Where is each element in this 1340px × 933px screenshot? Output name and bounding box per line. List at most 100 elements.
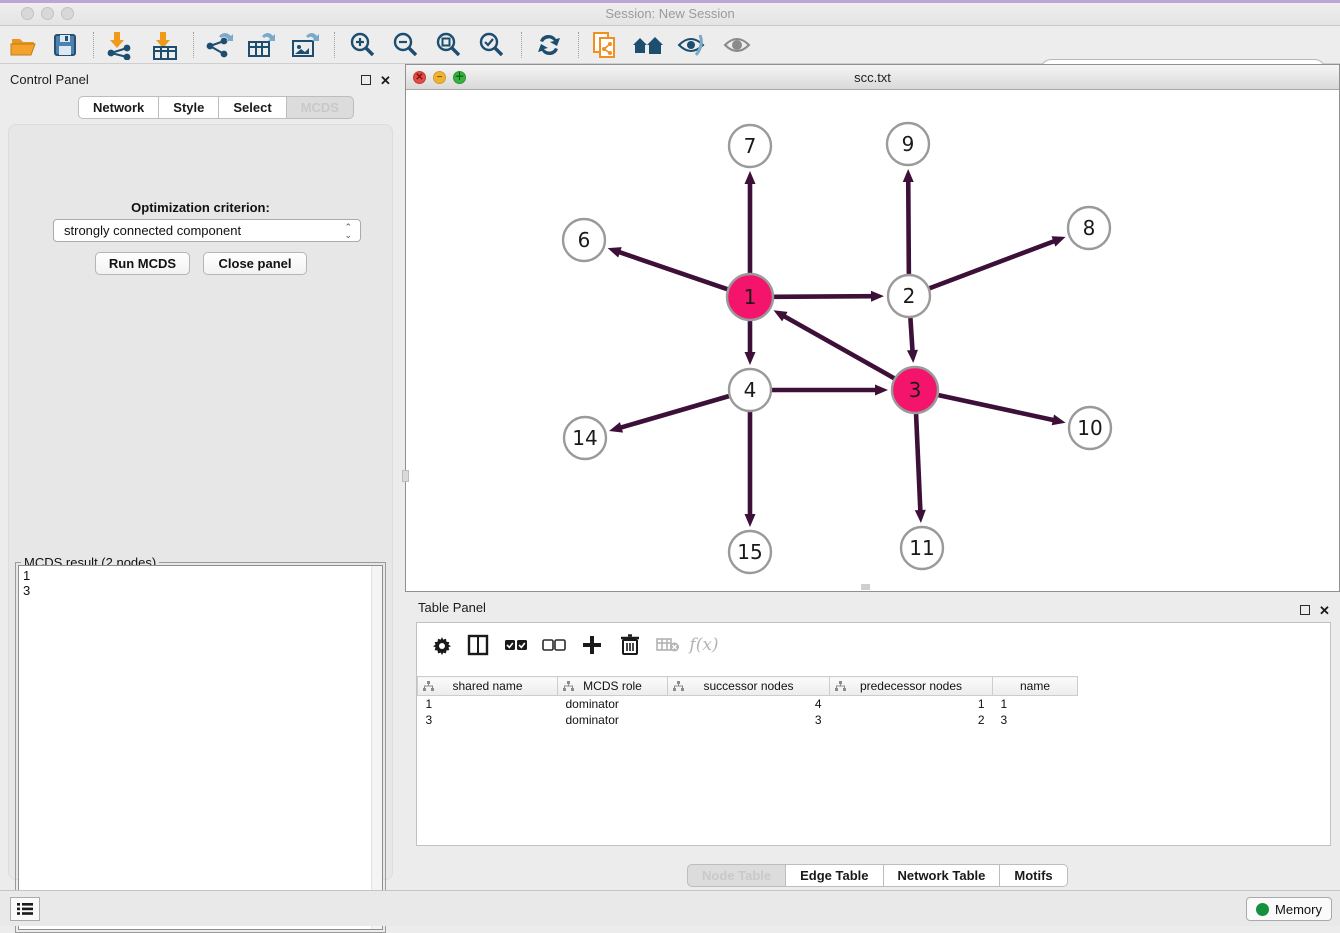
column-header-shared-name[interactable]: shared name <box>418 677 558 696</box>
edge-arrowhead <box>871 291 884 302</box>
network-graph[interactable]: 7968124314101511 <box>406 90 1339 591</box>
cell-successor-nodes[interactable]: 3 <box>668 712 830 728</box>
first-neighbors-icon[interactable] <box>631 30 665 60</box>
toolbar-separator <box>93 32 94 58</box>
column-visibility-icon[interactable] <box>465 632 491 658</box>
cell-name[interactable]: 1 <box>993 696 1078 712</box>
column-type-icon <box>673 681 684 695</box>
network-window-titlebar[interactable]: ✕ − ＋ scc.txt <box>406 65 1339 90</box>
tab-select[interactable]: Select <box>219 96 286 119</box>
tab-network-table[interactable]: Network Table <box>884 864 1001 887</box>
export-table-icon[interactable] <box>244 30 278 60</box>
graph-node-label: 10 <box>1077 416 1102 440</box>
column-header-mcds-role[interactable]: MCDS role <box>558 677 668 696</box>
zoom-in-icon[interactable] <box>346 30 380 60</box>
edge-arrowhead <box>608 247 622 257</box>
graph-node-label: 1 <box>744 285 757 309</box>
graph-node-label: 14 <box>572 426 597 450</box>
mcds-result-text[interactable]: 1 3 <box>18 565 383 930</box>
tab-node-table[interactable]: Node Table <box>687 864 786 887</box>
delete-column-icon[interactable] <box>617 632 643 658</box>
control-panel-tabs: NetworkStyleSelectMCDS <box>78 96 354 119</box>
zoom-selected-icon[interactable] <box>475 30 509 60</box>
edge-4-14[interactable] <box>620 396 729 428</box>
table-settings-icon[interactable] <box>429 632 455 658</box>
optimization-criterion-select[interactable]: strongly connected component ⌃⌄ <box>53 219 361 242</box>
tab-mcds[interactable]: MCDS <box>287 96 354 119</box>
copy-network-icon[interactable] <box>588 30 622 60</box>
apply-layout-icon[interactable] <box>532 30 566 60</box>
close-panel-button[interactable]: Close panel <box>203 252 307 275</box>
task-history-button[interactable] <box>10 897 40 921</box>
edge-arrowhead <box>609 422 623 433</box>
toolbar-separator <box>334 32 335 58</box>
open-file-icon[interactable] <box>6 30 40 60</box>
save-session-icon[interactable] <box>48 30 82 60</box>
delete-table-icon <box>655 632 681 658</box>
graph-node-label: 2 <box>903 284 916 308</box>
cell-shared-name[interactable]: 1 <box>418 696 558 712</box>
select-all-rows-icon[interactable] <box>503 632 529 658</box>
table-panel: Table Panel ✕ f(x) <box>405 594 1340 890</box>
cell-name[interactable]: 3 <box>993 712 1078 728</box>
panel-splitter-handle[interactable] <box>402 470 409 482</box>
network-view-window: ✕ − ＋ scc.txt 7968124314101511 <box>405 64 1340 592</box>
edge-2-8[interactable] <box>930 241 1056 289</box>
cell-shared-name[interactable]: 3 <box>418 712 558 728</box>
column-header-successor-nodes[interactable]: successor nodes <box>668 677 830 696</box>
show-all-icon[interactable] <box>720 30 754 60</box>
edge-arrowhead <box>1052 236 1066 246</box>
edge-3-11[interactable] <box>916 414 920 512</box>
export-network-icon[interactable] <box>202 30 236 60</box>
edge-3-10[interactable] <box>938 395 1054 420</box>
table-row[interactable]: 3 dominator 3 2 3 <box>418 712 1078 728</box>
deselect-all-rows-icon[interactable] <box>541 632 567 658</box>
network-hscroll-thumb[interactable] <box>861 584 870 590</box>
edge-1-6[interactable] <box>618 252 727 290</box>
export-image-icon[interactable] <box>288 30 322 60</box>
zoom-out-icon[interactable] <box>389 30 423 60</box>
edge-3-1[interactable] <box>783 316 894 379</box>
result-scrollbar[interactable] <box>371 566 382 929</box>
cell-mcds-role[interactable]: dominator <box>558 696 668 712</box>
import-network-icon[interactable] <box>102 30 136 60</box>
graph-node-label: 7 <box>744 134 757 158</box>
tab-edge-table[interactable]: Edge Table <box>786 864 883 887</box>
node-table: shared name MCDS role successor nodes pr… <box>417 676 1078 728</box>
cell-predecessor-nodes[interactable]: 2 <box>830 712 993 728</box>
table-panel-content: f(x) shared name MCDS role successor nod… <box>416 622 1331 846</box>
edge-arrowhead <box>907 350 918 363</box>
close-panel-icon[interactable]: ✕ <box>380 72 391 90</box>
zoom-fit-icon[interactable] <box>432 30 466 60</box>
cell-predecessor-nodes[interactable]: 1 <box>830 696 993 712</box>
graph-node-label: 8 <box>1083 216 1096 240</box>
control-panel: Control Panel ✕ NetworkStyleSelectMCDS O… <box>0 64 405 890</box>
float-panel-icon[interactable] <box>361 72 371 90</box>
cell-successor-nodes[interactable]: 4 <box>668 696 830 712</box>
import-table-icon[interactable] <box>148 30 182 60</box>
table-row[interactable]: 1 dominator 4 1 1 <box>418 696 1078 712</box>
tab-network[interactable]: Network <box>78 96 159 119</box>
edge-1-2[interactable] <box>774 296 873 297</box>
graph-node-label: 6 <box>578 228 591 252</box>
edge-2-9[interactable] <box>908 180 909 274</box>
toolbar-separator <box>578 32 579 58</box>
cell-mcds-role[interactable]: dominator <box>558 712 668 728</box>
tab-style[interactable]: Style <box>159 96 219 119</box>
tab-motifs[interactable]: Motifs <box>1000 864 1067 887</box>
memory-status-icon <box>1256 903 1269 916</box>
run-mcds-button[interactable]: Run MCDS <box>95 252 190 275</box>
chevron-updown-icon: ⌃⌄ <box>344 223 352 239</box>
add-column-icon[interactable] <box>579 632 605 658</box>
network-canvas[interactable]: 7968124314101511 <box>406 90 1339 591</box>
hide-selected-icon[interactable] <box>674 30 708 60</box>
graph-node-label: 15 <box>737 540 762 564</box>
column-header-predecessor-nodes[interactable]: predecessor nodes <box>830 677 993 696</box>
float-table-panel-icon[interactable] <box>1300 602 1310 620</box>
mcds-result-group: MCDS result (2 nodes) 1 3 <box>15 555 386 933</box>
edge-2-3[interactable] <box>910 318 912 352</box>
memory-button[interactable]: Memory <box>1246 897 1332 921</box>
column-header-name[interactable]: name <box>993 677 1078 696</box>
close-table-panel-icon[interactable]: ✕ <box>1319 602 1330 620</box>
window-accent-strip <box>0 0 1340 3</box>
